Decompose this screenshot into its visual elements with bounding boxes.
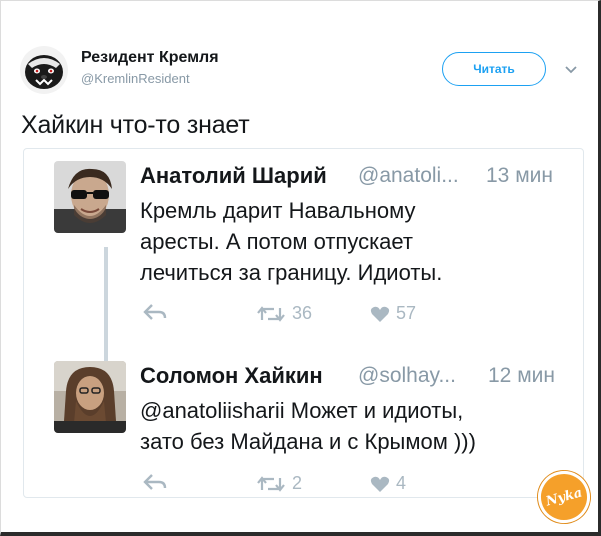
- quoted-avatar-2[interactable]: [54, 361, 126, 433]
- heart-icon: [370, 306, 390, 322]
- heart-icon: [370, 476, 390, 492]
- chevron-down-icon[interactable]: [561, 59, 581, 79]
- follow-button[interactable]: Читать: [442, 52, 546, 86]
- quoted-avatar-1[interactable]: [54, 161, 126, 233]
- quoted-author-name-1[interactable]: Анатолий Шарий: [140, 163, 327, 189]
- honey-badger-icon: [25, 55, 63, 89]
- author-handle[interactable]: @KremlinResident: [81, 71, 190, 86]
- quoted-thread-card[interactable]: Анатолий Шарий @anatoli... 13 мин Кремль…: [23, 148, 584, 498]
- like-button-1[interactable]: 57: [370, 303, 416, 324]
- tweet-text: Хайкин что-то знает: [21, 111, 250, 139]
- quoted-time-1[interactable]: 13 мин: [486, 164, 553, 188]
- retweet-icon: [257, 475, 285, 492]
- author-avatar[interactable]: [20, 46, 68, 94]
- screenshot-frame: Резидент Кремля @KremlinResident Читать …: [0, 0, 601, 536]
- reply-button-2[interactable]: [142, 473, 168, 491]
- quoted-author-handle-1[interactable]: @anatoli...: [358, 164, 459, 188]
- quoted-time-2[interactable]: 12 мин: [488, 364, 555, 388]
- quoted-text-line: Кремль дарит Навальному: [140, 198, 416, 223]
- retweet-count: 36: [292, 303, 313, 323]
- retweet-count: 2: [292, 473, 303, 493]
- person-photo-icon: [54, 161, 126, 233]
- reply-button-1[interactable]: [142, 303, 168, 321]
- reply-icon: [143, 304, 167, 320]
- retweet-button-2[interactable]: 2: [256, 473, 302, 494]
- quoted-author-handle-2[interactable]: @solhay...: [358, 364, 456, 388]
- quoted-text-line: лечиться за границу. Идиоты.: [140, 260, 443, 285]
- quoted-text-line: зато без Майдана и с Крымом ))): [140, 429, 476, 454]
- quoted-author-name-2[interactable]: Соломон Хайкин: [140, 363, 323, 389]
- like-count: 4: [396, 473, 407, 493]
- person-photo-icon: [54, 361, 126, 433]
- author-name[interactable]: Резидент Кремля: [81, 49, 219, 67]
- reply-icon: [143, 474, 167, 490]
- retweet-button-1[interactable]: 36: [256, 303, 312, 324]
- quoted-text-line: аресты. А потом отпускает: [140, 229, 413, 254]
- quoted-text-line: @anatoliisharii Может и идиоты,: [140, 398, 464, 423]
- quoted-text-1: Кремль дарит Навальному аресты. А потом …: [140, 195, 442, 288]
- retweet-icon: [257, 305, 285, 322]
- like-button-2[interactable]: 4: [370, 473, 406, 494]
- like-count: 57: [396, 303, 417, 323]
- quoted-text-2: @anatoliisharii Может и идиоты, зато без…: [140, 395, 476, 457]
